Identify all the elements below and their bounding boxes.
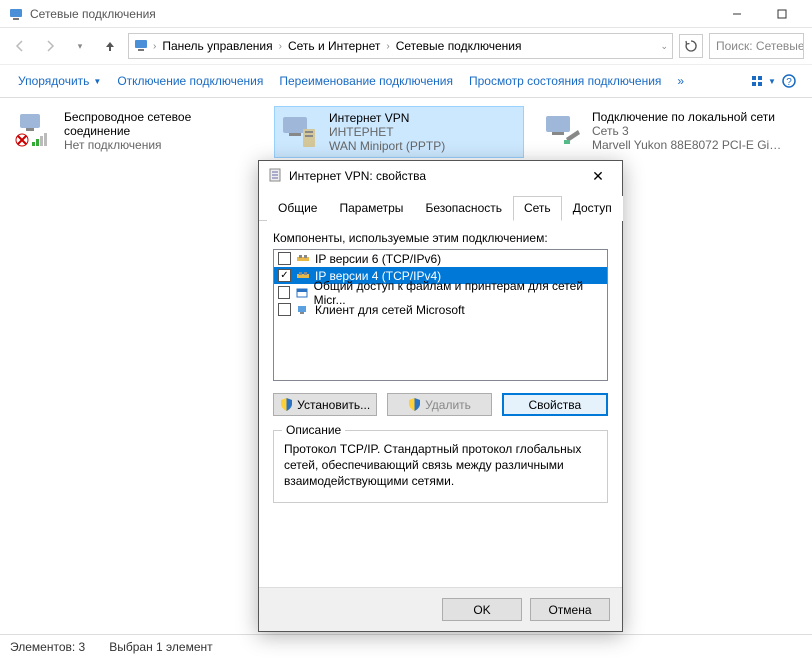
chevron-right-icon: › xyxy=(386,41,389,52)
status-item-count: Элементов: 3 xyxy=(10,640,85,654)
recent-dropdown[interactable]: ▾ xyxy=(68,34,92,58)
back-button[interactable] xyxy=(8,34,32,58)
connection-network: ИНТЕРНЕТ xyxy=(329,125,445,139)
chevron-right-icon: › xyxy=(153,41,156,52)
rename-connection-button[interactable]: Переименование подключения xyxy=(271,74,461,88)
component-label: Клиент для сетей Microsoft xyxy=(315,303,465,317)
client-icon xyxy=(295,303,311,317)
ok-button[interactable]: OK xyxy=(442,598,522,621)
connection-item-vpn[interactable]: Интернет VPN ИНТЕРНЕТ WAN Miniport (PPTP… xyxy=(274,106,524,158)
connection-title: Подключение по локальной сети xyxy=(592,110,782,124)
component-ipv6[interactable]: IP версии 6 (TCP/IPv6) xyxy=(274,250,607,267)
wireless-disabled-icon xyxy=(14,110,54,150)
window-title: Сетевые подключения xyxy=(30,7,714,21)
components-label: Компоненты, используемые этим подключени… xyxy=(273,231,608,245)
toolbar: Упорядочить▼ Отключение подключения Пере… xyxy=(0,64,812,98)
protocol-icon xyxy=(295,252,311,266)
breadcrumb-item[interactable]: Сетевые подключения xyxy=(394,39,524,53)
chevron-right-icon: › xyxy=(279,41,282,52)
connections-list: Беспроводное сетевое соединение Нет подк… xyxy=(0,98,812,166)
connection-device: WAN Miniport (PPTP) xyxy=(329,139,445,153)
component-label: IP версии 6 (TCP/IPv6) xyxy=(315,252,441,266)
help-button[interactable]: ? xyxy=(776,68,802,94)
tab-networking[interactable]: Сеть xyxy=(513,196,562,221)
properties-button[interactable]: Свойства xyxy=(502,393,608,416)
breadcrumb-item[interactable]: Сеть и Интернет xyxy=(286,39,382,53)
tab-options[interactable]: Параметры xyxy=(328,196,414,221)
window-titlebar: Сетевые подключения xyxy=(0,0,812,28)
close-button[interactable]: ✕ xyxy=(582,162,614,190)
tab-sharing[interactable]: Доступ xyxy=(562,196,623,221)
vpn-connection-icon xyxy=(279,111,319,151)
status-bar: Элементов: 3 Выбран 1 элемент xyxy=(0,634,812,658)
status-selected-count: Выбран 1 элемент xyxy=(109,640,212,654)
uninstall-button[interactable]: Удалить xyxy=(387,393,491,416)
description-text: Протокол TCP/IP. Стандартный протокол гл… xyxy=(284,441,597,490)
connection-item-wireless[interactable]: Беспроводное сетевое соединение Нет подк… xyxy=(10,106,260,158)
svg-text:?: ? xyxy=(786,77,792,88)
dialog-titlebar[interactable]: Интернет VPN: свойства ✕ xyxy=(259,161,622,191)
disable-connection-button[interactable]: Отключение подключения xyxy=(109,74,271,88)
connection-device: Marvell Yukon 88E8072 PCI-E Gig... xyxy=(592,138,782,152)
address-dropdown[interactable]: ⌄ xyxy=(660,41,668,52)
refresh-button[interactable] xyxy=(679,34,703,58)
toolbar-overflow[interactable]: » xyxy=(669,74,692,88)
connection-title: Интернет VPN xyxy=(329,111,445,125)
up-button[interactable] xyxy=(98,34,122,58)
checkbox-unchecked[interactable] xyxy=(278,286,290,299)
view-options-button[interactable]: ▼ xyxy=(750,68,776,94)
connection-item-lan[interactable]: Подключение по локальной сети Сеть 3 Mar… xyxy=(538,106,788,158)
shield-icon xyxy=(280,398,293,411)
components-listbox[interactable]: IP версии 6 (TCP/IPv6) ✓ IP версии 4 (TC… xyxy=(273,249,608,381)
dialog-icon xyxy=(267,167,283,186)
tab-security[interactable]: Безопасность xyxy=(414,196,513,221)
organize-button[interactable]: Упорядочить▼ xyxy=(10,74,109,88)
forward-button[interactable] xyxy=(38,34,62,58)
description-group: Описание Протокол TCP/IP. Стандартный пр… xyxy=(273,430,608,503)
minimize-button[interactable] xyxy=(714,0,759,28)
address-box[interactable]: › Панель управления › Сеть и Интернет › … xyxy=(128,33,673,59)
checkbox-unchecked[interactable] xyxy=(278,252,291,265)
shield-icon xyxy=(408,398,421,411)
lan-connection-icon xyxy=(542,110,582,150)
dialog-tabs: Общие Параметры Безопасность Сеть Доступ xyxy=(259,195,622,221)
chevron-down-icon: ▼ xyxy=(93,77,101,86)
connection-network: Сеть 3 xyxy=(592,124,782,138)
component-file-sharing[interactable]: Общий доступ к файлам и принтерам для се… xyxy=(274,284,607,301)
service-icon xyxy=(294,286,309,300)
description-legend: Описание xyxy=(282,423,345,437)
breadcrumb-item[interactable]: Панель управления xyxy=(160,39,274,53)
network-connections-icon xyxy=(8,6,24,22)
address-bar: ▾ › Панель управления › Сеть и Интернет … xyxy=(0,28,812,64)
connection-status: Нет подключения xyxy=(64,138,254,152)
network-connections-icon xyxy=(133,37,149,56)
search-input[interactable]: Поиск: Сетевые подключения xyxy=(709,33,804,59)
tab-general[interactable]: Общие xyxy=(267,196,328,221)
view-status-button[interactable]: Просмотр состояния подключения xyxy=(461,74,669,88)
protocol-icon xyxy=(295,269,311,283)
checkbox-unchecked[interactable] xyxy=(278,303,291,316)
checkbox-checked[interactable]: ✓ xyxy=(278,269,291,282)
dialog-title: Интернет VPN: свойства xyxy=(289,169,582,183)
dialog-footer: OK Отмена xyxy=(259,587,622,631)
search-placeholder: Поиск: Сетевые подключения xyxy=(716,39,804,53)
maximize-button[interactable] xyxy=(759,0,804,28)
connection-title: Беспроводное сетевое соединение xyxy=(64,110,256,138)
properties-dialog: Интернет VPN: свойства ✕ Общие Параметры… xyxy=(258,160,623,632)
cancel-button[interactable]: Отмена xyxy=(530,598,610,621)
install-button[interactable]: Установить... xyxy=(273,393,377,416)
